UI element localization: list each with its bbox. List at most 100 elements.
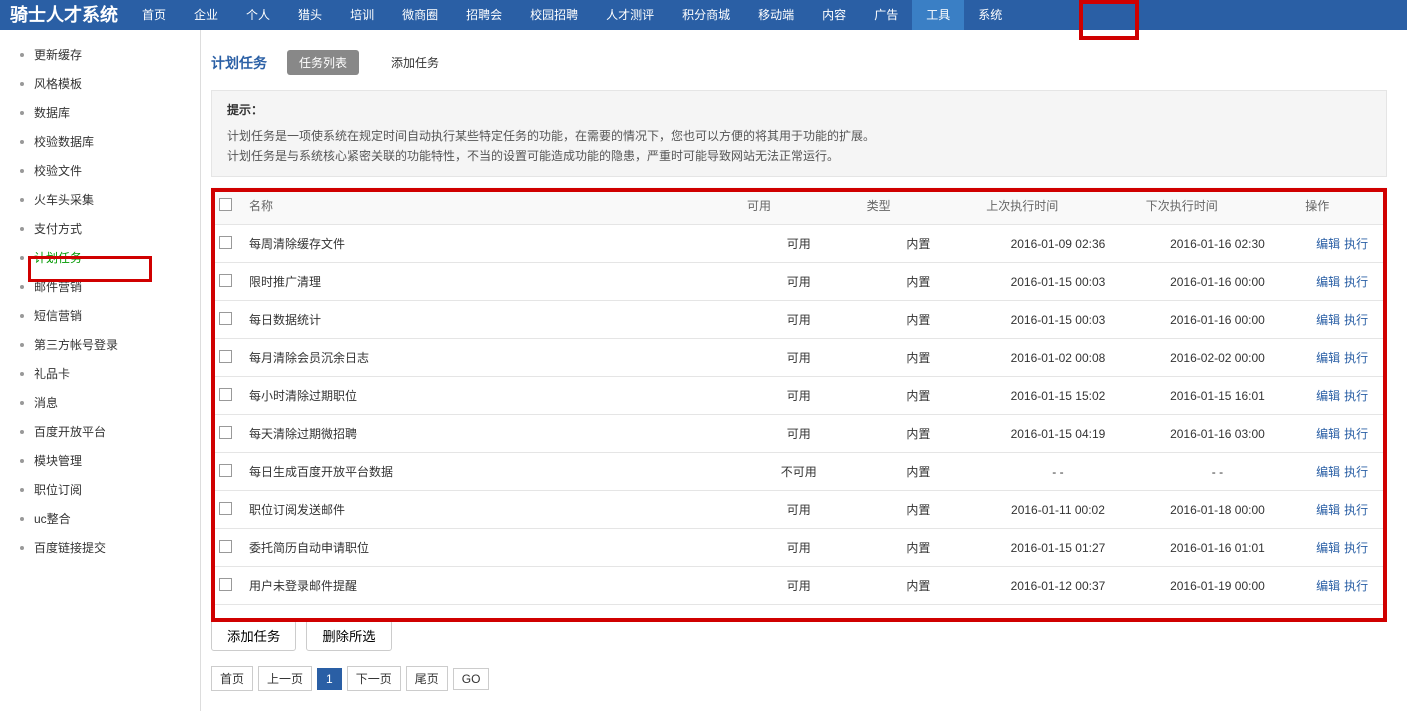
exec-link[interactable]: 执行 [1344,237,1368,251]
sidebar-item[interactable]: 风格模板 [0,69,200,98]
row-checkbox[interactable] [219,274,232,287]
cell-type: 内置 [859,567,979,605]
row-checkbox[interactable] [219,426,232,439]
bullet-icon [20,198,24,202]
edit-link[interactable]: 编辑 [1316,275,1340,289]
edit-link[interactable]: 编辑 [1316,351,1340,365]
cell-name: 委托简历自动申请职位 [241,529,739,567]
cell-type: 内置 [859,339,979,377]
cell-last: 2016-01-11 00:02 [978,491,1138,529]
sidebar-item-label: 计划任务 [34,249,82,266]
cell-type: 内置 [859,529,979,567]
page-first[interactable]: 首页 [211,666,253,691]
exec-link[interactable]: 执行 [1344,503,1368,517]
edit-link[interactable]: 编辑 [1316,503,1340,517]
bullet-icon [20,53,24,57]
tab-task-list[interactable]: 任务列表 [287,50,359,75]
sidebar-item[interactable]: 校验数据库 [0,127,200,156]
row-checkbox[interactable] [219,502,232,515]
select-all-checkbox[interactable] [219,198,232,211]
add-task-button[interactable]: 添加任务 [211,620,296,651]
cell-action: 编辑执行 [1297,377,1387,415]
page-go[interactable]: GO [453,668,490,690]
sidebar-item[interactable]: 更新缓存 [0,40,200,69]
row-checkbox[interactable] [219,540,232,553]
top-nav-item[interactable]: 培训 [336,0,388,30]
top-nav-item[interactable]: 广告 [860,0,912,30]
top-nav-item[interactable]: 微商圈 [388,0,452,30]
edit-link[interactable]: 编辑 [1316,313,1340,327]
top-nav-item[interactable]: 积分商城 [668,0,744,30]
top-nav-item[interactable]: 个人 [232,0,284,30]
exec-link[interactable]: 执行 [1344,275,1368,289]
logo: 骑士人才系统 [0,0,128,30]
top-nav-item[interactable]: 企业 [180,0,232,30]
cell-action: 编辑执行 [1297,415,1387,453]
cell-next: 2016-01-19 00:00 [1138,567,1298,605]
row-checkbox[interactable] [219,236,232,249]
top-nav-item[interactable]: 系统 [964,0,1016,30]
exec-link[interactable]: 执行 [1344,351,1368,365]
top-nav-item[interactable]: 移动端 [744,0,808,30]
sidebar-item[interactable]: 校验文件 [0,156,200,185]
sidebar-item[interactable]: 第三方帐号登录 [0,330,200,359]
cell-type: 内置 [859,225,979,263]
sidebar-item-label: 火车头采集 [34,191,94,208]
row-checkbox[interactable] [219,464,232,477]
exec-link[interactable]: 执行 [1344,579,1368,593]
page-next[interactable]: 下一页 [347,666,401,691]
top-nav: 首页企业个人猎头培训微商圈招聘会校园招聘人才测评积分商城移动端内容广告工具系统 [128,0,1016,30]
exec-link[interactable]: 执行 [1344,427,1368,441]
cell-last: 2016-01-15 04:19 [978,415,1138,453]
exec-link[interactable]: 执行 [1344,541,1368,555]
cell-type: 内置 [859,491,979,529]
page-last[interactable]: 尾页 [406,666,448,691]
sidebar-item[interactable]: 数据库 [0,98,200,127]
table-row: 每日生成百度开放平台数据不可用内置- -- -编辑执行 [211,453,1387,491]
sidebar-item[interactable]: 礼品卡 [0,359,200,388]
sidebar-item[interactable]: 百度开放平台 [0,417,200,446]
sidebar-item[interactable]: 模块管理 [0,446,200,475]
row-checkbox[interactable] [219,312,232,325]
top-nav-item[interactable]: 工具 [912,0,964,30]
tab-add-task[interactable]: 添加任务 [379,50,451,75]
edit-link[interactable]: 编辑 [1316,389,1340,403]
sidebar-item[interactable]: 消息 [0,388,200,417]
edit-link[interactable]: 编辑 [1316,237,1340,251]
bullet-icon [20,430,24,434]
cell-action: 编辑执行 [1297,567,1387,605]
edit-link[interactable]: 编辑 [1316,579,1340,593]
sidebar-item[interactable]: 邮件营销 [0,272,200,301]
sidebar-item[interactable]: 支付方式 [0,214,200,243]
sidebar-item[interactable]: 百度链接提交 [0,533,200,562]
delete-selected-button[interactable]: 删除所选 [306,620,391,651]
top-nav-item[interactable]: 内容 [808,0,860,30]
edit-link[interactable]: 编辑 [1316,541,1340,555]
edit-link[interactable]: 编辑 [1316,465,1340,479]
edit-link[interactable]: 编辑 [1316,427,1340,441]
row-checkbox[interactable] [219,350,232,363]
cell-action: 编辑执行 [1297,491,1387,529]
row-checkbox[interactable] [219,578,232,591]
sidebar-item[interactable]: 火车头采集 [0,185,200,214]
table-row: 每小时清除过期职位可用内置2016-01-15 15:022016-01-15 … [211,377,1387,415]
cell-last: 2016-01-15 00:03 [978,301,1138,339]
exec-link[interactable]: 执行 [1344,313,1368,327]
page-prev[interactable]: 上一页 [258,666,312,691]
exec-link[interactable]: 执行 [1344,389,1368,403]
top-nav-item[interactable]: 人才测评 [592,0,668,30]
sidebar-item[interactable]: 计划任务 [0,243,200,272]
top-nav-item[interactable]: 校园招聘 [516,0,592,30]
top-nav-item[interactable]: 首页 [128,0,180,30]
page-current[interactable]: 1 [317,668,342,690]
cell-avail: 可用 [739,529,859,567]
cell-action: 编辑执行 [1297,263,1387,301]
row-checkbox[interactable] [219,388,232,401]
exec-link[interactable]: 执行 [1344,465,1368,479]
sidebar-item[interactable]: 职位订阅 [0,475,200,504]
top-nav-item[interactable]: 猎头 [284,0,336,30]
cell-name: 每月清除会员沉余日志 [241,339,739,377]
sidebar-item[interactable]: 短信营销 [0,301,200,330]
top-nav-item[interactable]: 招聘会 [452,0,516,30]
sidebar-item[interactable]: uc整合 [0,504,200,533]
